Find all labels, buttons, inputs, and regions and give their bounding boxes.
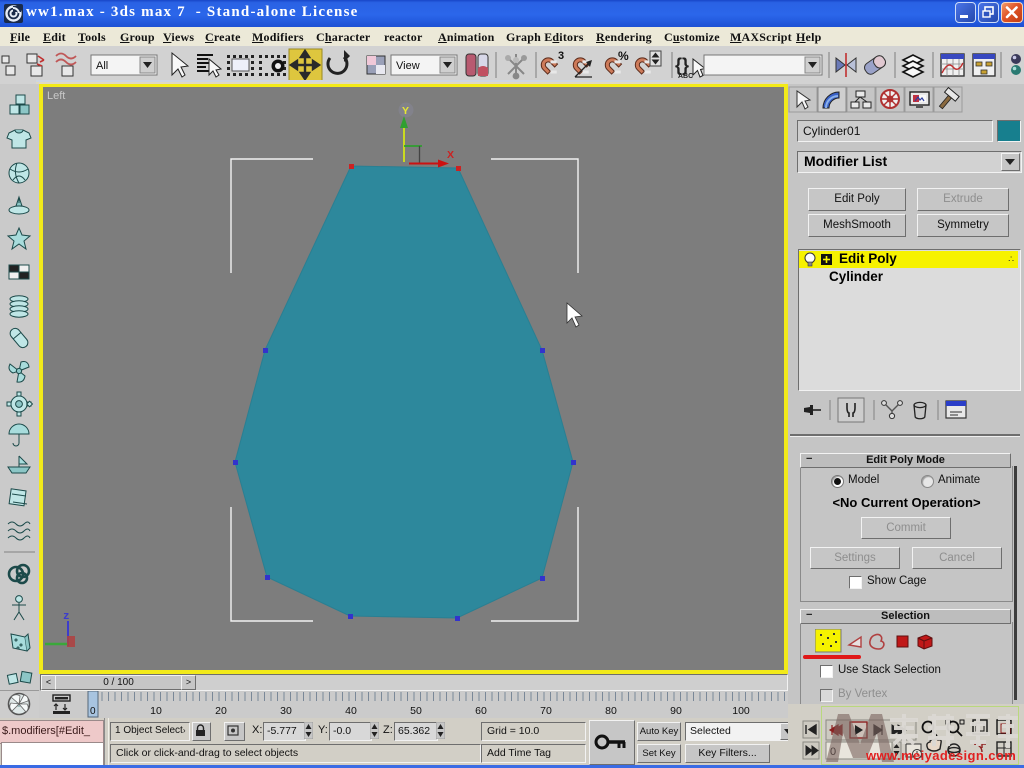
svg-text:All: All: [96, 60, 108, 72]
svg-text:20: 20: [215, 705, 227, 717]
svg-text:40: 40: [345, 705, 357, 717]
svg-text:www.meiyadesign.com: www.meiyadesign.com: [865, 748, 1016, 763]
svg-text:%: %: [618, 49, 629, 63]
svg-text:90: 90: [670, 705, 682, 717]
svg-text:X: X: [447, 149, 454, 161]
svg-text:30: 30: [280, 705, 292, 717]
svg-text:3: 3: [558, 50, 564, 62]
svg-text:{}: {}: [675, 55, 689, 75]
svg-text:70: 70: [540, 705, 552, 717]
svg-text:ABC: ABC: [678, 73, 693, 80]
svg-text:50: 50: [410, 705, 422, 717]
svg-text:80: 80: [605, 705, 617, 717]
svg-text:10: 10: [150, 705, 162, 717]
svg-text:60: 60: [475, 705, 487, 717]
svg-text:Y: Y: [402, 105, 409, 117]
svg-text:0: 0: [90, 706, 96, 717]
svg-text:100: 100: [732, 705, 750, 717]
svg-text:View: View: [396, 60, 420, 72]
